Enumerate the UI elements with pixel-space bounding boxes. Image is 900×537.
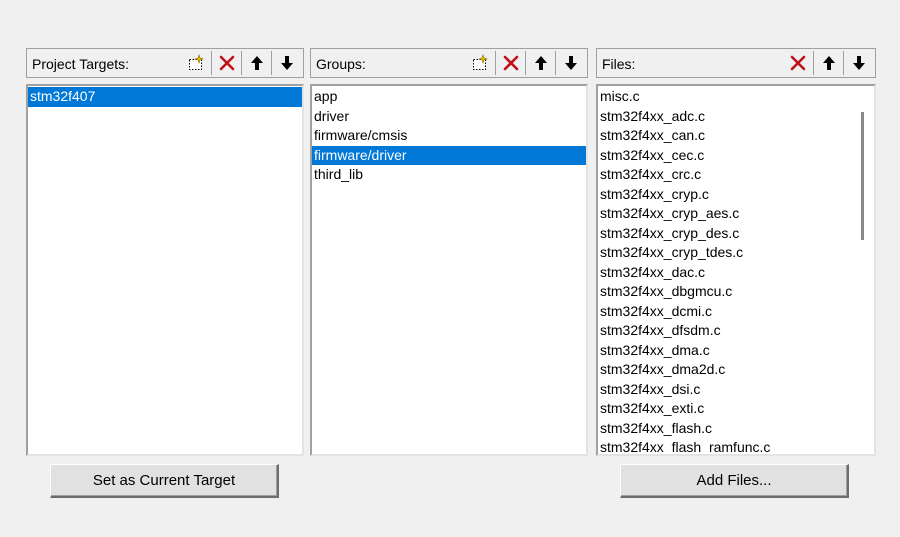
files-scrollbar-thumb[interactable] xyxy=(861,112,864,240)
file-list-item[interactable]: stm32f4xx_cryp.c xyxy=(598,185,852,205)
project-targets-list[interactable]: stm32f407 xyxy=(26,84,304,456)
file-list-item[interactable]: stm32f4xx_dma.c xyxy=(598,341,852,361)
files-label: Files: xyxy=(602,56,636,72)
group-list-item[interactable]: third_lib xyxy=(312,165,586,185)
delete-group-button[interactable] xyxy=(495,51,525,75)
move-file-down-button[interactable] xyxy=(843,51,873,75)
group-list-item[interactable]: firmware/driver xyxy=(312,145,586,165)
project-targets-header: Project Targets: xyxy=(26,48,304,78)
file-list-item[interactable]: stm32f4xx_cryp_des.c xyxy=(598,224,852,244)
new-target-button[interactable] xyxy=(181,51,211,75)
file-list-item[interactable]: stm32f4xx_dfsdm.c xyxy=(598,321,852,341)
project-targets-label: Project Targets: xyxy=(32,56,130,72)
add-files-label: Add Files... xyxy=(696,472,772,489)
files-header: Files: xyxy=(596,48,876,78)
file-list-item[interactable]: misc.c xyxy=(598,87,852,107)
move-group-down-button[interactable] xyxy=(555,51,585,75)
group-list-item[interactable]: driver xyxy=(312,107,586,127)
file-list-item[interactable]: stm32f4xx_adc.c xyxy=(598,107,852,127)
move-up-icon xyxy=(821,54,837,72)
set-current-target-button[interactable]: Set as Current Target xyxy=(50,464,279,498)
groups-list[interactable]: app driver firmware/cmsis firmware/driver th… xyxy=(310,84,588,456)
group-list-item[interactable]: firmware/cmsis xyxy=(312,126,586,146)
project-targets-items: stm32f407 xyxy=(28,87,302,107)
new-group-button[interactable] xyxy=(465,51,495,75)
file-list-item[interactable]: stm32f4xx_exti.c xyxy=(598,399,852,419)
set-current-target-label: Set as Current Target xyxy=(92,472,236,489)
file-list-item[interactable]: stm32f4xx_dma2d.c xyxy=(598,360,852,380)
move-down-icon xyxy=(851,54,867,72)
project-targets-toolbar xyxy=(181,51,301,75)
move-target-down-button[interactable] xyxy=(271,51,301,75)
move-target-up-button[interactable] xyxy=(241,51,271,75)
file-list-item[interactable]: stm32f4xx_dsi.c xyxy=(598,380,852,400)
new-item-icon xyxy=(186,54,206,72)
move-up-icon xyxy=(533,54,549,72)
file-list-item[interactable]: stm32f4xx_flash_ramfunc.c xyxy=(598,438,852,454)
files-toolbar xyxy=(783,51,873,75)
file-list-item[interactable]: stm32f4xx_dac.c xyxy=(598,263,852,283)
project-targets-panel: Project Targets: stm32f407 xyxy=(26,48,304,456)
target-list-item[interactable]: stm32f407 xyxy=(28,87,302,107)
move-down-icon xyxy=(279,54,295,72)
file-list-item[interactable]: stm32f4xx_dbgmcu.c xyxy=(598,282,852,302)
move-file-up-button[interactable] xyxy=(813,51,843,75)
move-down-icon xyxy=(563,54,579,72)
new-item-icon xyxy=(470,54,490,72)
file-list-item[interactable]: stm32f4xx_cec.c xyxy=(598,146,852,166)
file-list-item[interactable]: stm32f4xx_dcmi.c xyxy=(598,302,852,322)
groups-panel: Groups: app driver firmware/cmsis firmwa… xyxy=(310,48,588,456)
file-list-item[interactable]: stm32f4xx_can.c xyxy=(598,126,852,146)
files-list[interactable]: misc.c stm32f4xx_adc.c stm32f4xx_can.c stm3… xyxy=(596,84,876,456)
file-list-item[interactable]: stm32f4xx_flash.c xyxy=(598,419,852,439)
delete-icon xyxy=(789,54,807,72)
files-panel: Files: misc.c stm32f4xx_adc.c stm32f4xx_… xyxy=(596,48,876,456)
groups-header: Groups: xyxy=(310,48,588,78)
add-files-button[interactable]: Add Files... xyxy=(620,464,849,498)
groups-items: app driver firmware/cmsis firmware/driver th… xyxy=(312,87,586,185)
group-list-item[interactable]: app xyxy=(312,87,586,107)
files-items: misc.c stm32f4xx_adc.c stm32f4xx_can.c stm3… xyxy=(598,87,852,454)
delete-file-button[interactable] xyxy=(783,51,813,75)
file-list-item[interactable]: stm32f4xx_crc.c xyxy=(598,165,852,185)
files-scrollbar[interactable] xyxy=(852,86,874,454)
move-up-icon xyxy=(249,54,265,72)
file-list-item[interactable]: stm32f4xx_cryp_aes.c xyxy=(598,204,852,224)
file-list-item[interactable]: stm32f4xx_cryp_tdes.c xyxy=(598,243,852,263)
delete-icon xyxy=(218,54,236,72)
delete-icon xyxy=(502,54,520,72)
move-group-up-button[interactable] xyxy=(525,51,555,75)
groups-toolbar xyxy=(465,51,585,75)
groups-label: Groups: xyxy=(316,56,366,72)
delete-target-button[interactable] xyxy=(211,51,241,75)
